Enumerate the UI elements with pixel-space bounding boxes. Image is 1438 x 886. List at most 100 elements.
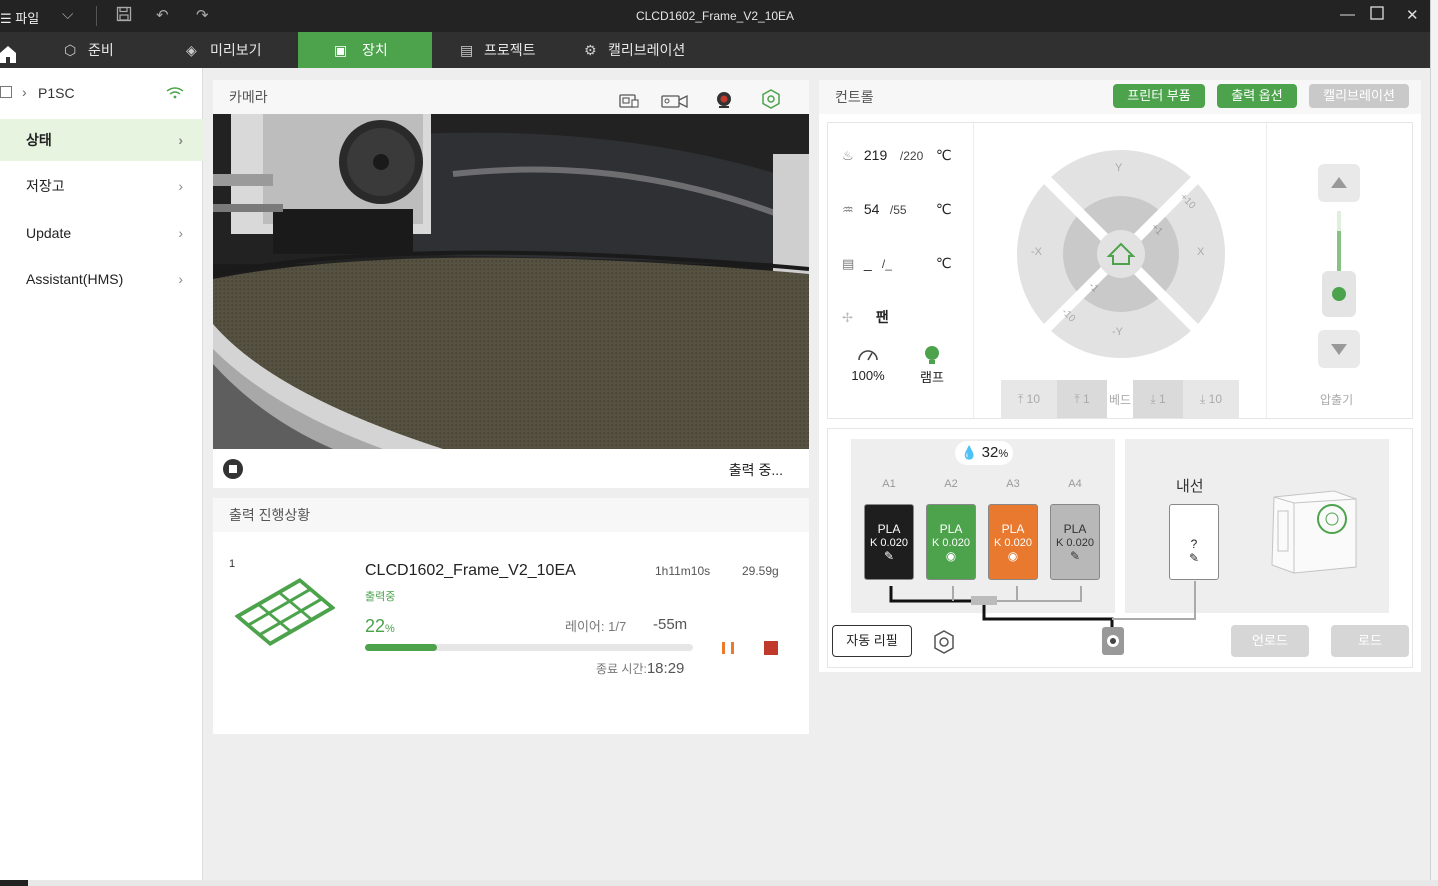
progress-title: 출력 진행상황: [229, 507, 311, 523]
bed-down-10-button[interactable]: ⤓ 10: [1183, 380, 1239, 418]
sidebar-item-update[interactable]: Update ›: [0, 212, 203, 254]
print-time: 1h11m10s: [655, 564, 711, 578]
extruder-graphic: [1318, 211, 1360, 321]
motion-control-box: ♨ 219/220 ℃ ♒ 54/55 ℃ ▤ _/_ ℃ ✢ 팬 100% 램…: [827, 122, 1413, 419]
print-options-button[interactable]: 출력 옵션: [1217, 84, 1297, 108]
arrow-down-icon: ⤓: [1150, 392, 1156, 406]
minimize-button[interactable]: —: [1340, 6, 1355, 23]
bed-up-1-button[interactable]: ⤒ 1: [1057, 380, 1107, 418]
control-panel: 컨트롤 프린터 부품 출력 옵션 캘리브레이션 ♨ 219/220 ℃ ♒ 54/…: [819, 80, 1421, 672]
redo-icon[interactable]: ↷: [196, 6, 209, 24]
ams-slot-a3[interactable]: PLA K 0.020 ◉: [988, 504, 1038, 580]
progress-bar: [365, 644, 693, 651]
plate-number: 1: [229, 558, 236, 570]
home-tab[interactable]: [0, 32, 40, 68]
pause-button[interactable]: [721, 641, 735, 660]
eye-icon: ◉: [1007, 549, 1019, 563]
ams-slot-a2[interactable]: PLA K 0.020 ◉: [926, 504, 976, 580]
fan-control[interactable]: ✢ 팬: [842, 305, 889, 329]
bed-down-1-button[interactable]: ⤓ 1: [1133, 380, 1183, 418]
printer-parts-button[interactable]: 프린터 부품: [1113, 84, 1205, 108]
calibration-button[interactable]: 캘리브레이션: [1309, 84, 1409, 108]
arrow-up-icon: ⤒: [1074, 392, 1080, 406]
jog-x-minus[interactable]: -X: [1031, 246, 1042, 258]
stop-stream-icon[interactable]: [223, 459, 243, 479]
chamber-icon: ▤: [842, 256, 855, 271]
printer-3d-icon: [1264, 477, 1364, 582]
nozzle-icon: ♨: [842, 148, 854, 163]
remaining-time: -55m: [653, 616, 688, 633]
bed-up-10-button[interactable]: ⤒ 10: [1001, 380, 1057, 418]
tab-preview[interactable]: ◈ 미리보기: [176, 32, 296, 68]
extruder-down-button[interactable]: [1318, 330, 1360, 368]
extruder-up-button[interactable]: [1318, 164, 1360, 202]
jog-y-plus[interactable]: Y: [1115, 162, 1122, 174]
slot-a3-label: A3: [1006, 478, 1020, 490]
jog-y-minus[interactable]: -Y: [1112, 326, 1123, 338]
camera-panel: 카메라 출력 중...: [213, 80, 809, 488]
list-icon: ▤: [460, 42, 474, 58]
sidebar-item-status[interactable]: 상태 ›: [0, 119, 203, 161]
arrow-up-icon: ⤒: [1017, 392, 1024, 406]
jog-x-plus[interactable]: X: [1197, 246, 1204, 258]
nozzle-temp[interactable]: ♨ 219/220 ℃: [842, 143, 952, 167]
device-sidebar: › P1SC 상태 › 저장고 › Update › Assistant(HMS…: [0, 68, 203, 880]
save-icon[interactable]: [116, 6, 132, 26]
unload-button[interactable]: 언로드: [1231, 625, 1309, 657]
plate-thumbnail: [234, 576, 336, 653]
bed-temp[interactable]: ♒ 54/55 ℃: [842, 197, 952, 221]
job-name: CLCD1602_Frame_V2_10EA: [365, 562, 576, 579]
sidebar-item-storage[interactable]: 저장고 ›: [0, 165, 203, 207]
chamber-temp[interactable]: ▤ _/_ ℃: [842, 251, 952, 275]
app-window: ☰ 파일 ⌵ ↶ ↷ CLCD1602_Frame_V2_10EA — ✕ ⬡ …: [0, 0, 1430, 880]
cube-icon: ⬡: [64, 42, 77, 58]
printer-selector[interactable]: › P1SC: [0, 82, 203, 106]
chevron-down-icon[interactable]: ⌵: [62, 6, 73, 23]
lamp-control[interactable]: 램프: [914, 345, 950, 387]
control-title: 컨트롤: [835, 89, 874, 105]
sidebar-item-assistant[interactable]: Assistant(HMS) ›: [0, 258, 203, 300]
camera-footer: 출력 중...: [213, 449, 809, 487]
ams-slot-a1[interactable]: PLA K 0.020 ✎: [864, 504, 914, 580]
divider: [96, 6, 97, 26]
progress-bar-fill: [365, 644, 438, 651]
slot-a2-label: A2: [944, 478, 958, 490]
speed-control[interactable]: 100%: [846, 345, 890, 385]
xy-jog-pad[interactable]: Y -Y X -X +10 +1 -1 -10: [1015, 148, 1227, 360]
chevron-right-icon: ›: [178, 225, 183, 241]
arrow-down-icon: ⤓: [1199, 392, 1206, 406]
tab-prepare[interactable]: ⬡ 준비: [54, 32, 154, 68]
main-tab-bar: ⬡ 준비 ◈ 미리보기 ▣ 장치 ▤ 프로젝트 ⚙ 캘리브레이션: [0, 32, 1430, 68]
stop-print-button[interactable]: [764, 641, 778, 660]
maximize-button[interactable]: [1370, 6, 1384, 24]
close-button[interactable]: ✕: [1406, 6, 1419, 24]
slot-a1-label: A1: [882, 478, 896, 490]
chevron-right-icon: ›: [178, 178, 183, 194]
edit-icon: ✎: [1069, 549, 1081, 563]
filament-weight: 29.59g: [742, 564, 779, 578]
tab-device[interactable]: ▣ 장치: [298, 32, 432, 68]
auto-refill-button[interactable]: 자동 리필: [832, 625, 912, 657]
background-window-edge: [1430, 0, 1438, 886]
load-button[interactable]: 로드: [1331, 625, 1409, 657]
calibration-icon: ⚙: [584, 42, 597, 58]
toolhead-icon: [1100, 627, 1126, 664]
layer-info: 레이어: 1/7: [565, 619, 627, 634]
percent-text: 22%: [365, 616, 395, 636]
layers-icon: ◈: [186, 42, 197, 58]
tab-project[interactable]: ▤ 프로젝트: [450, 32, 570, 68]
tab-calibration[interactable]: ⚙ 캘리브레이션: [574, 32, 714, 68]
print-state: 출력중: [365, 591, 396, 603]
chevron-right-icon: ›: [22, 84, 27, 100]
taskbar-edge: [0, 880, 1438, 886]
undo-icon[interactable]: ↶: [156, 6, 169, 24]
slot-a4-label: A4: [1068, 478, 1082, 490]
file-menu[interactable]: ☰ 파일: [0, 8, 39, 27]
speedometer-icon: [846, 345, 890, 367]
ams-slot-a4[interactable]: PLA K 0.020 ✎: [1050, 504, 1100, 580]
extruder-label: 압출기: [1320, 393, 1354, 407]
heatbed-icon: ♒: [842, 202, 854, 217]
printer-name: P1SC: [38, 85, 75, 101]
ams-settings-icon[interactable]: [931, 629, 957, 660]
window-title: CLCD1602_Frame_V2_10EA: [635, 9, 795, 23]
